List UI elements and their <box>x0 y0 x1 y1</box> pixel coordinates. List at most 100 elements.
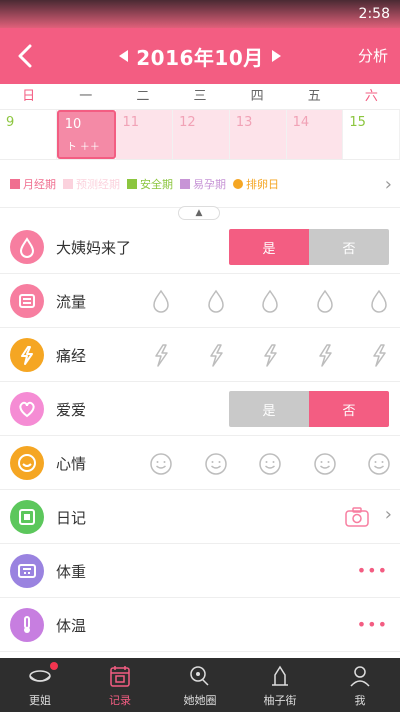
record-label: 体温 <box>56 617 87 635</box>
level-option[interactable] <box>148 450 174 478</box>
record-row[interactable]: 大姨妈来了 是否 <box>0 220 400 274</box>
calendar-day[interactable]: 15 <box>343 110 400 159</box>
record-label: 爱爱 <box>56 401 87 419</box>
record-row[interactable]: 体重 ••• <box>0 544 400 598</box>
level-option[interactable] <box>312 342 338 370</box>
chevron-right-icon: › <box>384 504 392 525</box>
lightning-icon <box>209 344 223 367</box>
calendar-day[interactable]: 10 ト ＋＋ <box>56 110 117 159</box>
record-row[interactable]: 流量 <box>0 274 400 328</box>
tab-shop[interactable]: 柚子街 <box>240 658 320 712</box>
tab-calendar[interactable]: 记录 <box>80 658 160 712</box>
scale-badge <box>10 554 44 588</box>
tab-label: 柚子街 <box>263 694 297 707</box>
drop-outline-icon <box>262 289 278 313</box>
day-number: 11 <box>122 115 139 130</box>
tab-user[interactable]: 我 <box>320 658 400 712</box>
yes-no-toggle[interactable]: 是否 <box>229 229 389 265</box>
thermometer-icon <box>24 616 30 633</box>
next-month-button[interactable] <box>271 50 281 62</box>
tab-icon-wrap <box>347 663 373 689</box>
weekday-label: 四 <box>250 89 264 104</box>
lightning-icon <box>155 344 168 367</box>
legend-item: 排卵日 <box>233 176 279 192</box>
tab-label: 我 <box>354 694 366 707</box>
drop-outline-icon <box>316 289 333 313</box>
day-number: 14 <box>292 115 310 130</box>
tab-icon-wrap <box>267 663 293 689</box>
record-row[interactable]: 爱爱 是否 <box>0 382 400 436</box>
level-option[interactable] <box>203 342 229 370</box>
level-option[interactable] <box>203 288 229 316</box>
record-row[interactable]: 体温 ••• <box>0 598 400 652</box>
drop-outline-icon <box>371 289 387 313</box>
level-selector <box>148 342 392 370</box>
legend-label: 月经期 <box>23 177 56 191</box>
level-option[interactable] <box>366 450 392 478</box>
face-icon <box>150 453 172 475</box>
pain-badge <box>10 338 44 372</box>
level-option[interactable] <box>312 450 338 478</box>
tab-label: 她她圈 <box>183 694 217 707</box>
toggle-yes[interactable]: 是 <box>229 391 309 427</box>
weekday-label: 二 <box>136 89 150 104</box>
tab-bar: 更姐 记录 她她圈 柚子街 我 <box>0 658 400 712</box>
calendar-icon <box>110 666 130 687</box>
collapse-handle[interactable]: ▲ <box>178 206 220 220</box>
level-option[interactable] <box>366 342 392 370</box>
camera-button[interactable] <box>344 505 370 529</box>
calendar-day[interactable]: 13 <box>229 110 287 159</box>
legend-label: 安全期 <box>140 177 173 191</box>
prev-month-button[interactable] <box>119 50 129 62</box>
record-label: 大姨妈来了 <box>56 239 132 257</box>
legend-label: 预测经期 <box>76 177 120 191</box>
day-marker: ト ＋＋ <box>66 142 100 153</box>
pain-icon <box>21 346 33 365</box>
tab-cup[interactable]: 更姐 <box>0 658 80 712</box>
level-option[interactable] <box>257 342 283 370</box>
level-option[interactable] <box>312 288 338 316</box>
toggle-no[interactable]: 否 <box>309 229 389 265</box>
record-label: 流量 <box>56 293 87 311</box>
record-row[interactable]: 日记 › <box>0 490 400 544</box>
legend-item: 预测经期 <box>63 176 120 192</box>
notification-badge <box>50 662 58 670</box>
analyze-button[interactable]: 分析 <box>358 45 388 66</box>
chat-icon <box>190 666 209 686</box>
toggle-yes[interactable]: 是 <box>229 229 309 265</box>
calendar-day[interactable]: 12 <box>173 110 230 159</box>
legend-swatch <box>127 178 137 189</box>
tab-label: 更姐 <box>29 694 51 707</box>
calendar-legend[interactable]: 月经期 预测经期 安全期 易孕期 排卵日 › <box>0 160 400 208</box>
calendar-day[interactable]: 9 <box>0 110 57 159</box>
level-option[interactable] <box>148 342 174 370</box>
scale-icon <box>18 564 36 578</box>
user-icon <box>350 666 370 687</box>
legend-swatch <box>180 178 190 189</box>
level-option[interactable] <box>203 450 229 478</box>
record-row[interactable]: 痛经 <box>0 328 400 382</box>
level-selector <box>148 450 392 478</box>
level-option[interactable] <box>257 288 283 316</box>
week-row: 9 10 ト ＋＋ 11 12 13 14 15 <box>0 110 400 160</box>
calendar-day[interactable]: 11 <box>116 110 174 159</box>
page-title: 2016年10月 <box>136 45 264 70</box>
level-option[interactable] <box>366 288 392 316</box>
record-row[interactable]: 心情 <box>0 436 400 490</box>
level-option[interactable] <box>148 288 174 316</box>
more-icon[interactable]: ••• <box>357 563 388 579</box>
tab-chat[interactable]: 她她圈 <box>160 658 240 712</box>
weekday-header: 日一二三四五六 <box>0 84 400 110</box>
calendar-day[interactable]: 14 <box>286 110 344 159</box>
lightning-icon <box>318 344 332 367</box>
level-option[interactable] <box>257 450 283 478</box>
yes-no-toggle[interactable]: 是否 <box>229 391 389 427</box>
toggle-no[interactable]: 否 <box>309 391 389 427</box>
cup-icon <box>29 670 51 682</box>
day-number: 13 <box>235 115 253 130</box>
chevron-right-icon: › <box>384 174 392 195</box>
more-icon[interactable]: ••• <box>357 617 388 633</box>
diary-badge <box>10 500 44 534</box>
record-label: 心情 <box>56 455 87 473</box>
day-number: 12 <box>179 115 196 130</box>
